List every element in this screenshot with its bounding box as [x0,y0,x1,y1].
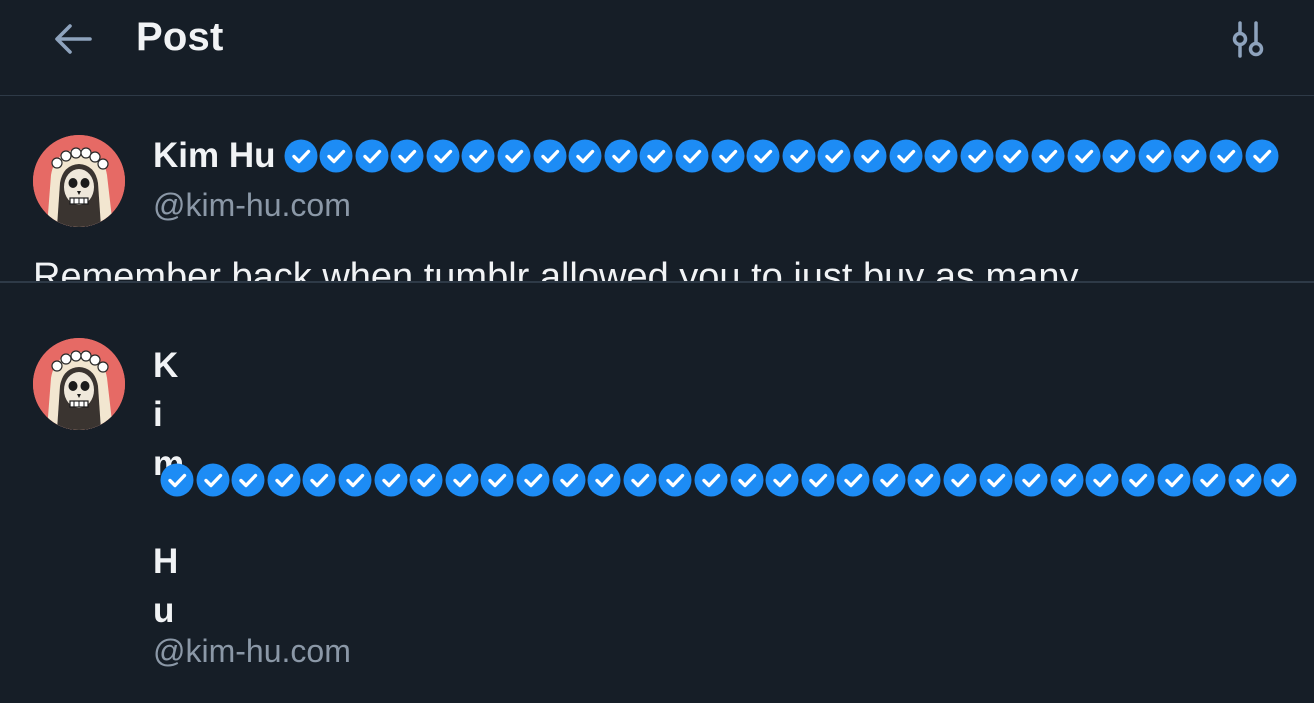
avatar-image [33,135,125,227]
verified-check-icon [568,139,602,173]
thread-settings-button[interactable] [1226,18,1270,62]
verified-check-icon [658,463,692,497]
avatar[interactable] [33,338,125,430]
name-letter: H [153,542,179,581]
verified-check-icon [817,139,851,173]
verified-check-icon [516,463,550,497]
sliders-icon [1232,21,1264,58]
verified-check-icon [1067,139,1101,173]
verified-check-icon [196,463,230,497]
verified-check-icon [587,463,621,497]
verified-check-icon [1245,139,1279,173]
verified-badges [160,463,1299,497]
verified-check-icon [1050,463,1084,497]
verified-check-icon [338,463,372,497]
verified-check-icon [711,139,745,173]
verified-badges [284,139,1281,173]
verified-check-icon [374,463,408,497]
post-card[interactable]: Kim Hu @kim-hu.com Remember back when tu… [0,96,1314,283]
verified-check-icon [1263,463,1297,497]
verified-check-icon [552,463,586,497]
verified-check-icon [497,139,531,173]
page-title: Post [136,15,224,59]
verified-check-icon [1173,139,1207,173]
verified-check-icon [284,139,317,173]
verified-check-icon [267,463,301,497]
verified-check-icon [924,139,958,173]
top-bar: Post [0,0,1314,96]
author-handle[interactable]: @kim-hu.com [153,187,351,224]
verified-check-icon [889,139,923,173]
arrow-left-icon [55,24,92,54]
verified-check-icon [675,139,709,173]
verified-check-icon [1138,139,1172,173]
name-letter: K [153,346,179,385]
verified-check-icon [160,463,194,497]
author-row: Kim Hu [153,136,1280,176]
verified-check-icon [907,463,941,497]
verified-check-icon [746,139,780,173]
verified-check-icon [1085,463,1119,497]
verified-check-icon [853,139,887,173]
verified-check-icon [1228,463,1262,497]
verified-check-icon [409,463,443,497]
verified-check-icon [1157,463,1191,497]
verified-check-icon [995,139,1029,173]
author-handle[interactable]: @kim-hu.com [153,633,351,670]
verified-check-icon [943,463,977,497]
name-letter: u [153,591,175,630]
post-card-squished[interactable]: Kim Hu @kim-hu.com [0,299,1314,703]
post-thread-view: Post Kim Hu @kim-hu.com Remember back wh… [0,0,1314,703]
verified-check-icon [960,139,994,173]
verified-check-icon [1121,463,1155,497]
verified-check-icon [302,463,336,497]
verified-check-icon [836,463,870,497]
avatar[interactable] [33,135,125,227]
verified-check-icon [1014,463,1048,497]
verified-check-icon [801,463,835,497]
verified-check-icon [1031,139,1065,173]
verified-check-icon [1209,139,1243,173]
verified-check-icon [765,463,799,497]
verified-check-icon [390,139,424,173]
verified-check-icon [623,463,657,497]
avatar-image [33,338,125,430]
verified-check-icon [979,463,1013,497]
verified-check-icon [319,139,353,173]
verified-check-icon [639,139,673,173]
verified-check-icon [694,463,728,497]
verified-check-icon [445,463,479,497]
verified-check-icon [426,139,460,173]
name-letter: i [153,395,163,434]
author-display-name[interactable]: Kim Hu [153,136,276,176]
verified-check-icon [730,463,763,497]
verified-check-icon [231,463,265,497]
post-body-text: Remember back when tumblr allowed you to… [33,256,1079,283]
back-button[interactable] [50,17,96,61]
verified-check-icon [1192,463,1226,497]
verified-check-icon [1102,139,1136,173]
verified-check-icon [355,139,389,173]
verified-check-icon [461,139,495,173]
verified-check-icon [604,139,638,173]
verified-check-icon [782,139,816,173]
verified-check-icon [480,463,514,497]
verified-check-icon [872,463,906,497]
verified-check-icon [533,139,567,173]
